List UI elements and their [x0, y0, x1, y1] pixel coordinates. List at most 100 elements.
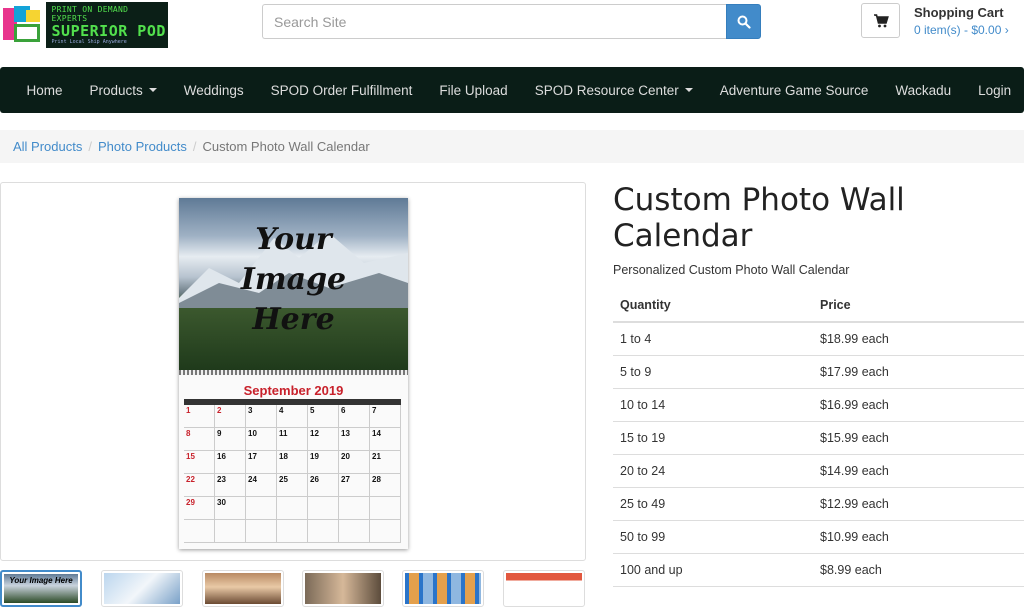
search-icon	[737, 15, 751, 29]
calendar-day: 1	[184, 405, 215, 428]
calendar-day	[246, 497, 277, 520]
thumbnail-image	[104, 573, 180, 604]
calendar-day	[339, 520, 370, 543]
price-cell: $14.99 each	[813, 454, 1024, 488]
site-logo[interactable]: PRINT ON DEMAND EXPERTS SUPERIOR POD Pri…	[0, 2, 168, 48]
cart-summary-link[interactable]: 0 item(s) - $0.00 ›	[914, 23, 1009, 37]
calendar-day: 7	[370, 405, 401, 428]
price-table: Quantity Price 1 to 4 $18.99 each 5 to 9…	[613, 289, 1024, 587]
calendar-day: 11	[277, 428, 308, 451]
calendar-day: 6	[339, 405, 370, 428]
price-cell: $10.99 each	[813, 520, 1024, 554]
calendar-day: 17	[246, 451, 277, 474]
breadcrumb-separator: /	[192, 139, 197, 154]
nav-resource-center[interactable]: SPOD Resource Center	[521, 83, 706, 98]
calendar-spiral	[179, 370, 408, 375]
calendar-day: 28	[370, 474, 401, 497]
placeholder-line-2: Image	[240, 262, 347, 297]
placeholder-line-1: Your	[255, 222, 332, 257]
site-search	[262, 4, 761, 39]
calendar-day: 2	[215, 405, 246, 428]
logo-tagline: PRINT ON DEMAND EXPERTS	[51, 5, 129, 23]
calendar-day: 9	[215, 428, 246, 451]
table-row: 5 to 9 $17.99 each	[613, 355, 1024, 389]
calendar-day: 16	[215, 451, 246, 474]
table-row: 15 to 19 $15.99 each	[613, 421, 1024, 455]
calendar-grid: 1 2 3 4 5 6 7 8 9 10 11 12 13 14 15 16 1…	[184, 405, 401, 543]
product-subtitle: Personalized Custom Photo Wall Calendar	[613, 263, 850, 277]
price-cell: $17.99 each	[813, 355, 1024, 389]
cart-button[interactable]	[861, 3, 900, 38]
calendar-day: 4	[277, 405, 308, 428]
search-input[interactable]	[262, 4, 726, 39]
breadcrumb-current: Custom Photo Wall Calendar	[202, 139, 370, 154]
nav-home[interactable]: Home	[13, 83, 76, 98]
product-title: Custom Photo Wall Calendar	[613, 182, 905, 254]
calendar-day: 5	[308, 405, 339, 428]
breadcrumb-photo-products[interactable]: Photo Products	[98, 139, 187, 154]
thumbnail-3[interactable]	[202, 570, 284, 607]
calendar-day	[370, 520, 401, 543]
logo-mark-icon	[0, 2, 46, 48]
search-button[interactable]	[726, 4, 761, 39]
nav-adventure-game-source[interactable]: Adventure Game Source	[706, 83, 882, 98]
calendar-day: 20	[339, 451, 370, 474]
nav-order-fulfillment[interactable]: SPOD Order Fulfillment	[257, 83, 426, 98]
caret-down-icon	[684, 88, 693, 92]
caret-down-icon	[148, 88, 157, 92]
calendar-day: 10	[246, 428, 277, 451]
cart-title: Shopping Cart	[914, 5, 1004, 20]
thumbnail-1[interactable]: Your Image Here	[0, 570, 82, 607]
calendar-day: 15	[184, 451, 215, 474]
calendar-photo: Your Image Here	[179, 198, 408, 370]
nav-file-upload[interactable]: File Upload	[426, 83, 521, 98]
calendar-day: 21	[370, 451, 401, 474]
calendar-day	[277, 497, 308, 520]
nav-resource-center-label: SPOD Resource Center	[534, 82, 679, 98]
calendar-day: 19	[308, 451, 339, 474]
quantity-header: Quantity	[613, 289, 813, 323]
table-row: 1 to 4 $18.99 each	[613, 322, 1024, 356]
table-row: 50 to 99 $10.99 each	[613, 520, 1024, 554]
price-table-header: Quantity Price	[613, 289, 1024, 323]
nav-products[interactable]: Products	[76, 83, 170, 98]
table-row: 100 and up $8.99 each	[613, 553, 1024, 587]
thumbnail-label: Your Image Here	[9, 576, 73, 585]
table-row: 20 to 24 $14.99 each	[613, 454, 1024, 488]
main-nav: Home Products Weddings SPOD Order Fulfil…	[0, 67, 1024, 113]
shopping-cart-icon	[873, 13, 889, 27]
thumbnail-2[interactable]	[101, 570, 183, 607]
quantity-cell: 50 to 99	[613, 520, 813, 554]
thumbnail-image	[305, 573, 381, 604]
calendar-day: 3	[246, 405, 277, 428]
price-header: Price	[813, 289, 1024, 323]
quantity-cell: 100 and up	[613, 553, 813, 587]
calendar-day: 30	[215, 497, 246, 520]
thumbnail-image	[205, 573, 281, 604]
calendar-day	[246, 520, 277, 543]
breadcrumb-separator: /	[88, 139, 92, 154]
table-row: 10 to 14 $16.99 each	[613, 388, 1024, 422]
price-cell: $12.99 each	[813, 487, 1024, 521]
table-row: 25 to 49 $12.99 each	[613, 487, 1024, 521]
calendar-day: 29	[184, 497, 215, 520]
quantity-cell: 5 to 9	[613, 355, 813, 389]
breadcrumb: All Products / Photo Products / Custom P…	[0, 130, 1024, 163]
calendar-day	[308, 520, 339, 543]
calendar-day	[308, 497, 339, 520]
calendar-day: 22	[184, 474, 215, 497]
nav-wackadu[interactable]: Wackadu	[882, 83, 965, 98]
placeholder-line-3: Here	[252, 302, 335, 337]
nav-weddings[interactable]: Weddings	[170, 83, 257, 98]
thumbnail-5[interactable]	[402, 570, 484, 607]
calendar-day: 14	[370, 428, 401, 451]
thumbnail-4[interactable]	[302, 570, 384, 607]
calendar-day	[215, 520, 246, 543]
calendar-month: September 2019	[243, 383, 344, 398]
quantity-cell: 15 to 19	[613, 421, 813, 455]
thumbnail-6[interactable]	[503, 570, 585, 607]
breadcrumb-all-products[interactable]: All Products	[13, 139, 82, 154]
product-main-image[interactable]: Your Image Here September 2019 1 2 3 4 5…	[179, 198, 408, 549]
nav-login[interactable]: Login	[965, 83, 1024, 98]
product-image-panel: Your Image Here September 2019 1 2 3 4 5…	[0, 182, 586, 561]
